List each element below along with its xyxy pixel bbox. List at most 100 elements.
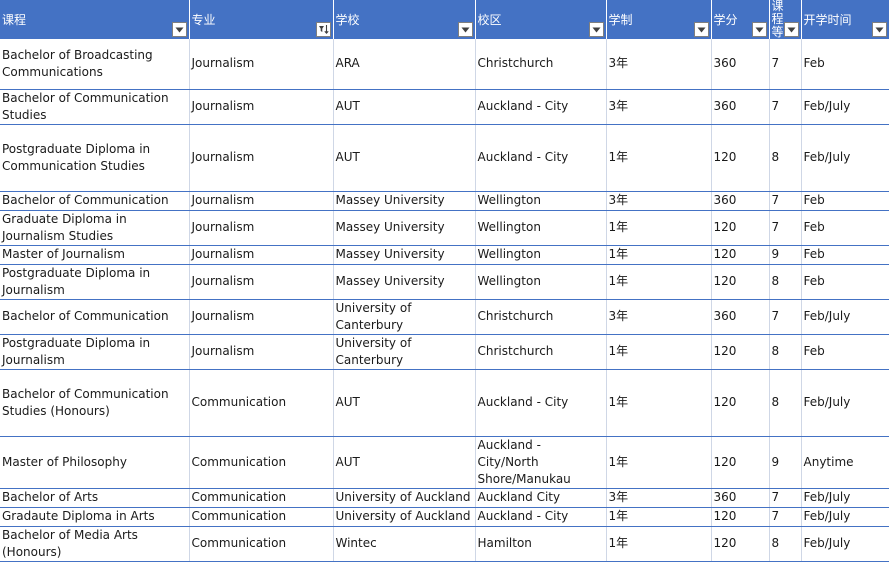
cell-school[interactable]: University of Auckland <box>333 488 476 508</box>
cell-campus[interactable]: Wellington <box>475 191 607 211</box>
cell-level[interactable]: 7 <box>769 39 802 90</box>
cell-campus[interactable]: Auckland - City/North Shore/Manukau <box>475 436 607 489</box>
cell-duration[interactable]: 3年 <box>606 488 712 508</box>
cell-intake[interactable]: Anytime <box>801 436 889 489</box>
cell-duration[interactable]: 3年 <box>606 299 712 335</box>
cell-school[interactable]: AUT <box>333 124 476 192</box>
cell-school[interactable]: University of Auckland <box>333 507 476 527</box>
cell-course[interactable]: Bachelor of Communication Studies (Honou… <box>0 369 190 437</box>
cell-duration[interactable]: 3年 <box>606 89 712 125</box>
cell-credits[interactable]: 120 <box>711 526 770 562</box>
cell-major[interactable]: Communication <box>189 526 334 562</box>
cell-major[interactable]: Journalism <box>189 245 334 265</box>
cell-level[interactable]: 7 <box>769 507 802 527</box>
cell-duration[interactable]: 1年 <box>606 436 712 489</box>
cell-major[interactable]: Journalism <box>189 210 334 246</box>
cell-campus[interactable]: Wellington <box>475 245 607 265</box>
cell-campus[interactable]: Auckland - City <box>475 89 607 125</box>
cell-campus[interactable]: Wellington <box>475 264 607 300</box>
cell-level[interactable]: 7 <box>769 191 802 211</box>
filter-dropdown-button[interactable] <box>588 22 604 37</box>
cell-credits[interactable]: 360 <box>711 89 770 125</box>
cell-major[interactable]: Communication <box>189 488 334 508</box>
cell-level[interactable]: 7 <box>769 210 802 246</box>
cell-major[interactable]: Journalism <box>189 39 334 90</box>
cell-intake[interactable]: Feb <box>801 264 889 300</box>
cell-course[interactable]: Bachelor of Communication Studies <box>0 89 190 125</box>
cell-level[interactable]: 7 <box>769 299 802 335</box>
cell-duration[interactable]: 1年 <box>606 369 712 437</box>
cell-school[interactable]: Massey University <box>333 210 476 246</box>
cell-level[interactable]: 9 <box>769 245 802 265</box>
cell-course[interactable]: Bachelor of Media Arts (Honours) <box>0 526 190 562</box>
cell-course[interactable]: Postgraduate Diploma in Communication St… <box>0 124 190 192</box>
cell-credits[interactable]: 360 <box>711 39 770 90</box>
cell-school[interactable]: AUT <box>333 89 476 125</box>
cell-course[interactable]: Bachelor of Communication <box>0 191 190 211</box>
cell-course[interactable]: Graduate Diploma in Journalism Studies <box>0 210 190 246</box>
cell-duration[interactable]: 1年 <box>606 526 712 562</box>
cell-intake[interactable]: Feb/July <box>801 526 889 562</box>
cell-intake[interactable]: Feb/July <box>801 89 889 125</box>
cell-campus[interactable]: Wellington <box>475 210 607 246</box>
cell-credits[interactable]: 120 <box>711 264 770 300</box>
cell-level[interactable]: 8 <box>769 264 802 300</box>
cell-course[interactable]: Gradaute Diploma in Arts <box>0 507 190 527</box>
cell-credits[interactable]: 120 <box>711 436 770 489</box>
cell-course[interactable]: Postgraduate Diploma in Journalism <box>0 264 190 300</box>
cell-major[interactable]: Communication <box>189 369 334 437</box>
cell-duration[interactable]: 1年 <box>606 210 712 246</box>
cell-level[interactable]: 8 <box>769 369 802 437</box>
cell-intake[interactable]: Feb <box>801 334 889 370</box>
filter-dropdown-button[interactable] <box>783 22 799 37</box>
cell-major[interactable]: Communication <box>189 507 334 527</box>
cell-duration[interactable]: 1年 <box>606 334 712 370</box>
cell-school[interactable]: ARA <box>333 39 476 90</box>
cell-campus[interactable]: Christchurch <box>475 299 607 335</box>
cell-course[interactable]: Bachelor of Broadcasting Communications <box>0 39 190 90</box>
cell-level[interactable]: 7 <box>769 488 802 508</box>
cell-duration[interactable]: 1年 <box>606 264 712 300</box>
cell-school[interactable]: Massey University <box>333 245 476 265</box>
cell-intake[interactable]: Feb <box>801 191 889 211</box>
cell-duration[interactable]: 1年 <box>606 124 712 192</box>
cell-level[interactable]: 8 <box>769 334 802 370</box>
cell-major[interactable]: Communication <box>189 436 334 489</box>
cell-major[interactable]: Journalism <box>189 299 334 335</box>
cell-credits[interactable]: 360 <box>711 488 770 508</box>
cell-school[interactable]: AUT <box>333 369 476 437</box>
filter-dropdown-button[interactable] <box>693 22 709 37</box>
cell-credits[interactable]: 120 <box>711 245 770 265</box>
filter-dropdown-button[interactable] <box>872 22 887 37</box>
cell-intake[interactable]: Feb/July <box>801 507 889 527</box>
cell-intake[interactable]: Feb/July <box>801 488 889 508</box>
cell-campus[interactable]: Auckland - City <box>475 507 607 527</box>
cell-level[interactable]: 8 <box>769 124 802 192</box>
cell-level[interactable]: 7 <box>769 89 802 125</box>
cell-major[interactable]: Journalism <box>189 334 334 370</box>
cell-school[interactable]: Massey University <box>333 191 476 211</box>
cell-campus[interactable]: Auckland - City <box>475 124 607 192</box>
cell-intake[interactable]: Feb <box>801 245 889 265</box>
cell-credits[interactable]: 120 <box>711 210 770 246</box>
cell-major[interactable]: Journalism <box>189 124 334 192</box>
cell-school[interactable]: Massey University <box>333 264 476 300</box>
cell-major[interactable]: Journalism <box>189 89 334 125</box>
cell-major[interactable]: Journalism <box>189 264 334 300</box>
cell-duration[interactable]: 3年 <box>606 191 712 211</box>
cell-campus[interactable]: Christchurch <box>475 39 607 90</box>
cell-intake[interactable]: Feb <box>801 210 889 246</box>
cell-school[interactable]: University of Canterbury <box>333 334 476 370</box>
filter-dropdown-button[interactable] <box>315 22 331 37</box>
cell-duration[interactable]: 1年 <box>606 507 712 527</box>
cell-school[interactable]: Wintec <box>333 526 476 562</box>
cell-campus[interactable]: Auckland - City <box>475 369 607 437</box>
filter-dropdown-button[interactable] <box>751 22 767 37</box>
cell-level[interactable]: 8 <box>769 526 802 562</box>
filter-dropdown-button[interactable] <box>171 22 187 37</box>
cell-credits[interactable]: 120 <box>711 124 770 192</box>
cell-credits[interactable]: 120 <box>711 334 770 370</box>
filter-dropdown-button[interactable] <box>457 22 473 37</box>
cell-duration[interactable]: 1年 <box>606 245 712 265</box>
cell-duration[interactable]: 3年 <box>606 39 712 90</box>
